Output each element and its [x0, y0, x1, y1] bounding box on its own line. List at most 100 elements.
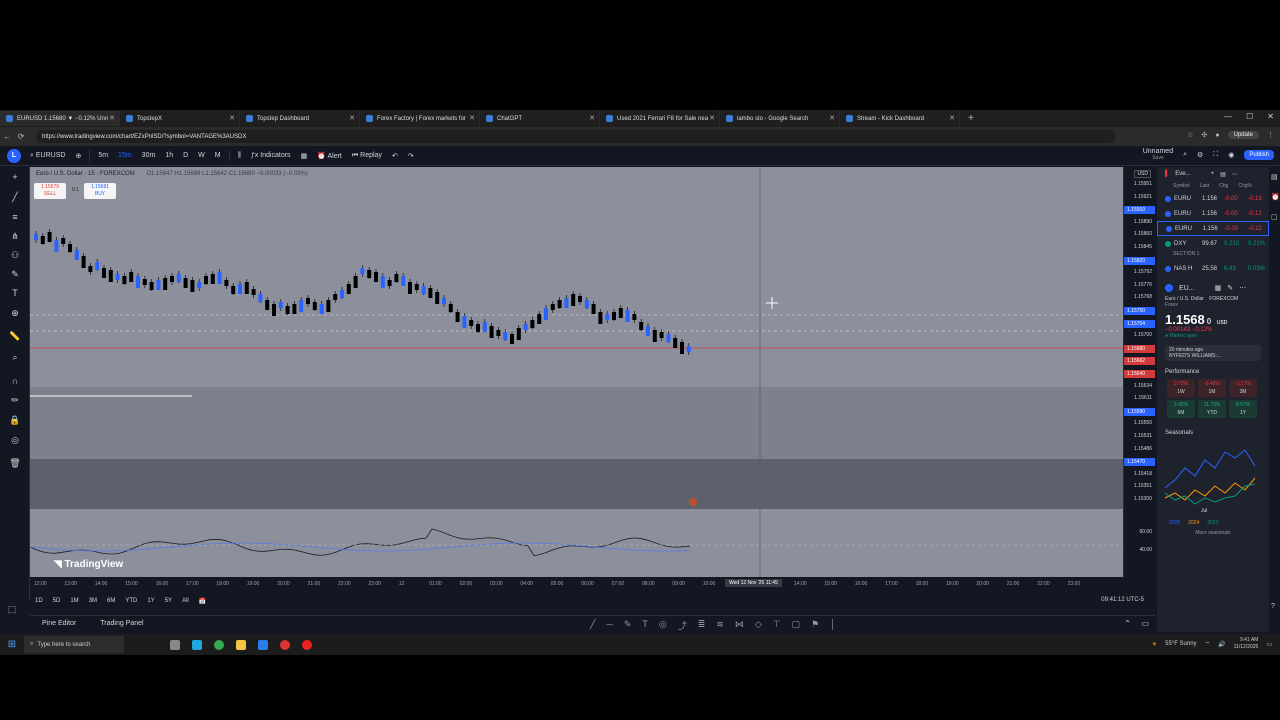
interval-button[interactable]: 5m	[93, 152, 113, 159]
browser-tab[interactable]: Stream - Kick Dashboard ✕	[840, 111, 960, 126]
flag-icon[interactable]: ▌	[1165, 171, 1169, 177]
pencil-lock-icon[interactable]: ✏	[9, 394, 21, 406]
trend-line-icon[interactable]: ╱	[9, 191, 21, 203]
range-button[interactable]: All	[177, 598, 194, 604]
pine-editor-tab[interactable]: Pine Editor	[30, 620, 88, 627]
profile-icon[interactable]: ●	[1215, 132, 1219, 139]
undo-icon[interactable]: ↶	[387, 152, 403, 160]
tab-close-icon[interactable]: ✕	[349, 114, 355, 122]
obs-icon[interactable]	[280, 639, 290, 650]
trading-panel-tab[interactable]: Trading Panel	[88, 620, 155, 627]
clock[interactable]: 9:41 AM 11/12/2025	[1234, 637, 1259, 651]
new-tab-button[interactable]: +	[968, 113, 974, 124]
target-tool-icon[interactable]: ◎	[659, 619, 667, 632]
watchlist-row[interactable]: EURU 1.156 -0.00 -0.13	[1157, 191, 1269, 206]
watchlist-row[interactable]: EURU 1.156 -0.00 -0.12	[1157, 221, 1269, 236]
minimize-icon[interactable]: —	[1224, 112, 1232, 121]
line-tool-icon[interactable]: ╱	[590, 619, 595, 632]
maximize-panel-icon[interactable]: ▭	[1141, 619, 1149, 628]
list-tool-icon[interactable]: ≣	[698, 619, 706, 632]
user-avatar[interactable]: L	[7, 148, 21, 163]
watchlist-row[interactable]: DXY 99.67 0.210 0.21%	[1157, 236, 1269, 251]
reload-icon[interactable]: ⟳	[14, 132, 28, 141]
browser-tab[interactable]: Used 2021 Ferrari F8 for Sale nea ✕	[600, 111, 720, 126]
app-icon[interactable]	[258, 639, 268, 650]
file-explorer-icon[interactable]	[236, 639, 246, 650]
horizontal-lines-icon[interactable]: ≡	[9, 211, 21, 223]
watchlist-row[interactable]: EURU 1.156 -0.00 -0.12	[1157, 206, 1269, 221]
watchlist-more-icon[interactable]: ⋯	[1232, 171, 1238, 178]
text-tool-icon[interactable]: T	[642, 619, 648, 632]
watchlist-layout-icon[interactable]: ▤	[1220, 171, 1226, 178]
indicators-button[interactable]: ƒx Indicators	[246, 152, 296, 159]
performance-cell[interactable]: 11.73% YTD	[1198, 400, 1226, 418]
chart-type-icon[interactable]: ⫼	[233, 152, 246, 160]
alerts-icon[interactable]: ⏰	[1271, 193, 1280, 201]
buy-button[interactable]: 1.15681 BUY	[84, 183, 116, 199]
range-button[interactable]: 1Y	[142, 598, 159, 604]
camera-icon[interactable]: ◉	[1228, 151, 1234, 159]
interval-button[interactable]: 1h	[160, 152, 178, 159]
replay-button[interactable]: ⏮ Replay	[347, 152, 387, 160]
text-icon[interactable]: T	[9, 287, 21, 299]
fullscreen-icon[interactable]: ⛶	[1213, 151, 1218, 159]
windows-start-icon[interactable]: ⊞	[0, 639, 24, 650]
alert-button[interactable]: ⏰ Alert	[312, 152, 347, 160]
tab-close-icon[interactable]: ✕	[229, 114, 235, 122]
range-button[interactable]: 1M	[65, 598, 83, 604]
prediction-icon[interactable]: ⊕	[9, 307, 21, 319]
interval-button[interactable]: D	[178, 152, 193, 159]
browser-tab[interactable]: TopstepX ✕	[120, 111, 240, 126]
brush-tool-icon[interactable]: ✎	[624, 619, 632, 632]
bookmark-star-icon[interactable]: ☆	[1187, 131, 1193, 139]
chat-icon[interactable]: ▢	[1271, 213, 1278, 221]
tab-close-icon[interactable]: ✕	[709, 114, 715, 122]
more-seasonals-link[interactable]: More seasonals	[1157, 530, 1269, 536]
browser-tab[interactable]: EURUSD 1.15680 ▼ −0.12% Unn ✕	[0, 111, 120, 126]
add-symbol-icon[interactable]: +	[1211, 171, 1215, 177]
parallel-tool-icon[interactable]: ≋	[716, 619, 724, 632]
interval-button[interactable]: M	[210, 152, 226, 159]
fib-tool-icon[interactable]: ⋈	[735, 619, 744, 632]
time-axis[interactable]: 12:00 13:00 14:00 15:00 16:00 17:00 18:00 19:00…	[30, 577, 1155, 591]
price-axis[interactable]: USD 1.15951 1.15921 1.15910 1.15890 1.15860 1…	[1123, 167, 1155, 577]
tab-close-icon[interactable]: ✕	[109, 114, 115, 122]
zoom-icon[interactable]: ⌕	[9, 351, 21, 363]
news-headline[interactable]: 20 minutes ago NYFED'S WILLIAMS:...	[1165, 345, 1261, 361]
update-button[interactable]: Update	[1227, 131, 1259, 139]
task-view-icon[interactable]	[170, 639, 180, 650]
ruler-icon[interactable]: 📏	[9, 330, 21, 342]
browser-tab[interactable]: lambo sto - Google Search ✕	[720, 111, 840, 126]
url-field[interactable]: https://www.tradingview.com/chart/EZxPnl…	[36, 130, 1116, 143]
chart-clock[interactable]: 09:41:12 UTC-5	[1096, 597, 1149, 603]
help-icon[interactable]: ?	[1271, 603, 1275, 610]
interval-button[interactable]: 15m	[113, 152, 137, 159]
tab-close-icon[interactable]: ✕	[949, 114, 955, 122]
calendar-icon[interactable]: 📅	[194, 598, 211, 605]
maximize-icon[interactable]: ☐	[1246, 112, 1253, 121]
path-tool-icon[interactable]: ⤴	[678, 619, 687, 632]
chart-pane[interactable]: Euro / U.S. Dollar · 15 · FOREXCOM O1.15…	[30, 167, 1123, 577]
collapse-panel-icon[interactable]: ⌃	[1124, 619, 1131, 628]
close-window-icon[interactable]: ✕	[1267, 112, 1274, 121]
range-button[interactable]: YTD	[120, 598, 142, 604]
weather-text[interactable]: 55°F Sunny	[1165, 641, 1196, 647]
watchlist-icon[interactable]: ▤	[1271, 173, 1278, 181]
notifications-icon[interactable]: ▭	[1266, 641, 1272, 648]
redo-icon[interactable]: ↷	[403, 152, 419, 160]
object-tree-icon[interactable]: ⬚	[6, 603, 18, 615]
quick-search-icon[interactable]: ⌕	[1183, 151, 1187, 159]
performance-cell[interactable]: 3.42% 6M	[1167, 400, 1195, 418]
performance-cell[interactable]: -1.17% 3M	[1229, 379, 1257, 397]
interval-button[interactable]: 30m	[137, 152, 161, 159]
rect-tool-icon[interactable]: ▢	[792, 619, 801, 632]
range-button[interactable]: 5D	[48, 598, 66, 604]
pattern-icon[interactable]: ⚇	[9, 249, 21, 261]
price-chart[interactable]	[30, 167, 1123, 577]
edge-icon[interactable]	[192, 639, 202, 650]
watchlist-column-header[interactable]: Chg	[1219, 183, 1228, 189]
crosshair-icon[interactable]: +	[9, 171, 21, 183]
publish-button[interactable]: Publish	[1244, 150, 1274, 160]
weather-icon[interactable]: ☀	[1152, 641, 1157, 648]
currency-badge[interactable]: USD	[1134, 170, 1151, 178]
